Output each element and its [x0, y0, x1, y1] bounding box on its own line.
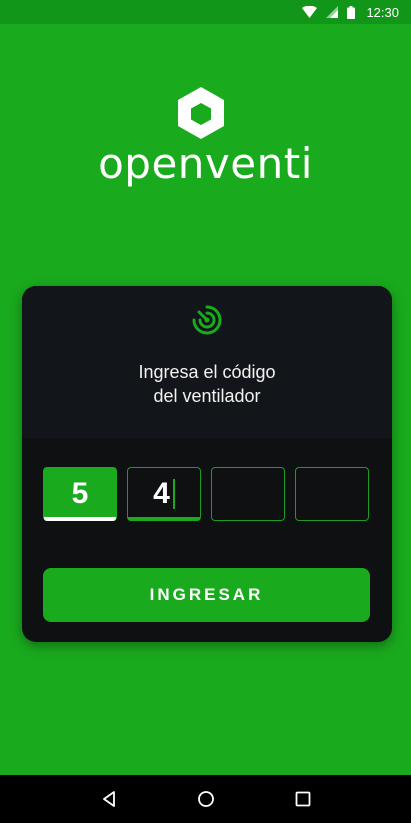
- code-digit-2[interactable]: 4: [127, 467, 201, 521]
- card-title-line-2: del ventilador: [153, 386, 261, 406]
- code-entry-card: Ingresa el código del ventilador 5 4 ING…: [22, 286, 392, 642]
- status-bar: 12:30: [0, 0, 411, 24]
- signal-icon: [326, 6, 339, 18]
- ingresar-button[interactable]: INGRESAR: [43, 568, 370, 622]
- wifi-icon: [302, 6, 318, 18]
- battery-icon: [347, 5, 356, 19]
- text-cursor: [172, 479, 175, 509]
- code-digit-2-value: 4: [153, 477, 170, 510]
- openventi-logo-icon: [176, 86, 226, 140]
- card-title-line-1: Ingresa el código: [138, 362, 276, 382]
- code-digit-1-value: 5: [71, 477, 89, 510]
- back-icon[interactable]: [97, 787, 121, 811]
- code-digit-1[interactable]: 5: [43, 467, 117, 521]
- home-icon[interactable]: [194, 787, 218, 811]
- recents-icon[interactable]: [291, 787, 315, 811]
- code-digit-3[interactable]: [211, 467, 285, 521]
- card-title: Ingresa el código del ventilador: [22, 360, 392, 408]
- radar-icon: [191, 304, 223, 336]
- system-nav-bar: [0, 775, 411, 823]
- code-digit-4[interactable]: [295, 467, 369, 521]
- card-header: Ingresa el código del ventilador: [22, 286, 392, 438]
- app-logo-text: openventi: [98, 139, 313, 188]
- status-time: 12:30: [366, 4, 399, 20]
